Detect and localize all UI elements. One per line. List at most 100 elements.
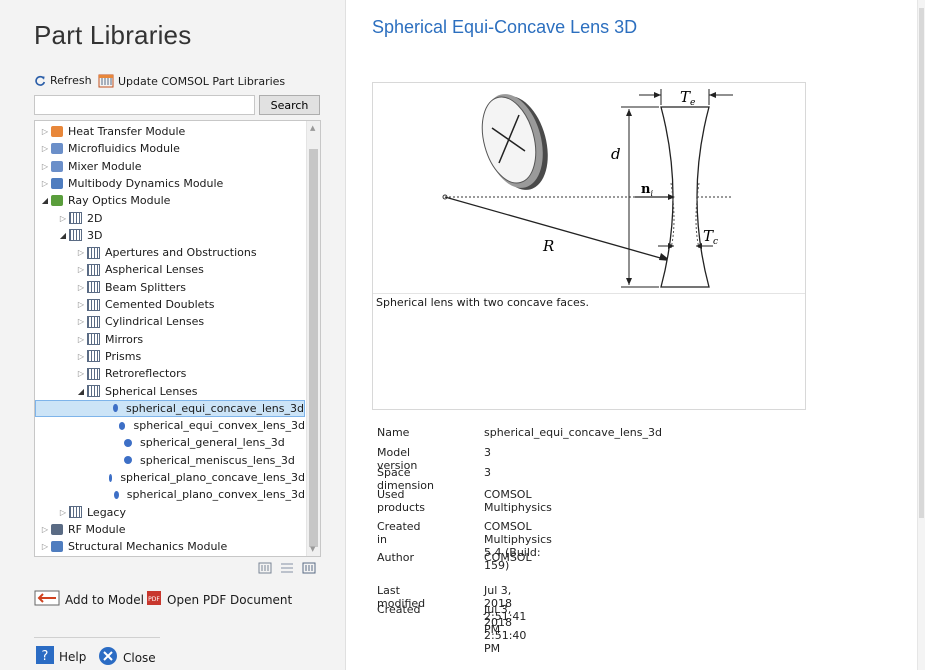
tree-folder-item[interactable]: ▷ Structural Mechanics Module [35, 538, 305, 555]
expand-arrow-icon[interactable]: ▷ [39, 521, 51, 538]
collapse-arrow-icon[interactable]: ◢ [39, 192, 51, 209]
tree-item-label: Structural Mechanics Module [68, 540, 228, 554]
expand-arrow-icon[interactable]: ▷ [75, 331, 87, 348]
expand-arrow-icon[interactable]: ▷ [39, 123, 51, 140]
tree-folder-item[interactable]: ▷ Aspherical Lenses [35, 261, 305, 278]
metadata-value: COMSOL Multiphysics [484, 488, 552, 514]
tree-folder-item[interactable]: ◢ 3D [35, 227, 305, 244]
expand-arrow-icon[interactable]: ▷ [39, 175, 51, 192]
metadata-key: Created [377, 603, 421, 616]
metadata-key: Name [377, 426, 410, 439]
divider [373, 293, 805, 294]
tree-folder-item[interactable]: ▷ Cylindrical Lenses [35, 313, 305, 330]
tree-item-label: Prisms [105, 349, 142, 363]
tree-part-item[interactable]: spherical_general_lens_3d [35, 434, 305, 451]
tree-folder-item[interactable]: ▷ Legacy [35, 504, 305, 521]
tree-part-item[interactable]: spherical_plano_convex_lens_3d [35, 486, 305, 503]
expand-arrow-icon[interactable]: ▷ [75, 296, 87, 313]
label-d: d [611, 145, 621, 163]
add-to-model-label: Add to Model [65, 592, 144, 607]
expand-all-icon[interactable] [258, 562, 272, 577]
part-libraries-panel: Part Libraries Refresh Update COMSOL Par… [0, 0, 346, 670]
tree-folder-item[interactable]: ▷ 2D [35, 210, 305, 227]
tree-item-label: Retroreflectors [105, 367, 187, 381]
tree-folder-item[interactable]: ▷ Apertures and Obstructions [35, 244, 305, 261]
tree-folder-item[interactable]: ▷ Heat Transfer Module [35, 123, 305, 140]
expand-arrow-icon[interactable]: ▷ [39, 538, 51, 555]
tree-folder-item[interactable]: ▷ Mirrors [35, 331, 305, 348]
details-scrollbar-thumb[interactable] [919, 8, 924, 518]
collapse-arrow-icon[interactable]: ◢ [57, 227, 69, 244]
search-input[interactable] [34, 95, 255, 115]
part-caption: Spherical lens with two concave faces. [376, 296, 589, 309]
tree-item-label: spherical_general_lens_3d [140, 436, 285, 450]
tree-scrollbar-thumb[interactable] [309, 149, 318, 547]
close-button[interactable]: Close [98, 646, 156, 669]
tree-part-item[interactable]: spherical_meniscus_lens_3d [35, 452, 305, 469]
part-dot-icon [108, 473, 113, 482]
expand-arrow-icon[interactable]: ▷ [39, 140, 51, 157]
lens-3d-illustration [481, 94, 548, 190]
divider [34, 637, 160, 638]
tree-item-label: Heat Transfer Module [68, 125, 186, 138]
lens-diagram: Te d ni R Tc [442, 88, 733, 288]
expand-arrow-icon[interactable]: ▷ [75, 365, 87, 382]
tree-folder-item[interactable]: ▷ Prisms [35, 348, 305, 365]
page-title: Part Libraries [34, 20, 192, 50]
search-button[interactable]: Search [259, 95, 320, 115]
label-te: Te [680, 88, 695, 108]
refresh-button[interactable]: Refresh [34, 74, 92, 87]
part-dot-icon [124, 438, 132, 447]
update-part-libraries-button[interactable]: Update COMSOL Part Libraries [98, 74, 285, 88]
metadata-value: 3 [484, 446, 491, 459]
collapse-all-icon[interactable] [302, 562, 316, 577]
library-icon [69, 229, 82, 242]
expand-arrow-icon[interactable]: ▷ [75, 279, 87, 296]
expand-arrow-icon[interactable]: ▷ [75, 313, 87, 330]
library-icon [87, 281, 100, 294]
library-icon [87, 315, 100, 328]
tree-part-item[interactable]: spherical_equi_convex_lens_3d [35, 417, 305, 434]
library-icon [69, 506, 82, 519]
library-tree[interactable]: ▷ Heat Transfer Module ▷ Microfluidics Modu… [34, 120, 321, 557]
expand-arrow-icon[interactable]: ▷ [39, 158, 51, 175]
tree-view-toolbar [258, 562, 316, 577]
part-dot-icon [113, 490, 119, 499]
expand-arrow-icon[interactable]: ▷ [57, 210, 69, 227]
help-button[interactable]: ? Help [36, 646, 86, 667]
tree-folder-item[interactable]: ◢ Ray Optics Module [35, 192, 305, 209]
expand-arrow-icon[interactable]: ▷ [75, 261, 87, 278]
collapse-arrow-icon[interactable]: ◢ [75, 383, 87, 400]
svg-text:PDF: PDF [148, 596, 160, 603]
tree-folder-item[interactable]: ▷ RF Module [35, 521, 305, 538]
metadata-value: COMSOL Multiphysics 5.4 (Build: 159) [484, 520, 552, 572]
multibody-icon [51, 177, 63, 189]
tree-item-label: spherical_equi_convex_lens_3d [133, 419, 305, 433]
tree-folder-item[interactable]: ▷ Mixer Module [35, 158, 305, 175]
tree-folder-item[interactable]: ◢ Spherical Lenses [35, 383, 305, 400]
expand-arrow-icon[interactable]: ▷ [57, 504, 69, 521]
tree-item-label: 2D [87, 211, 103, 225]
tree-folder-item[interactable]: ▷ Multibody Dynamics Module [35, 175, 305, 192]
tree-folder-item[interactable]: ▷ Retroreflectors [35, 365, 305, 382]
ray-optics-icon [51, 195, 63, 207]
tree-folder-item[interactable]: ▷ Microfluidics Module [35, 140, 305, 157]
expand-arrow-icon[interactable]: ▷ [75, 244, 87, 261]
details-scrollbar[interactable] [917, 0, 925, 670]
library-icon [87, 298, 100, 311]
open-pdf-button[interactable]: PDF Open PDF Document [146, 590, 292, 609]
help-label: Help [59, 649, 87, 664]
tree-scrollbar[interactable]: ▲ ▼ [306, 121, 320, 556]
tree-folder-item[interactable]: ▷ Cemented Doublets [35, 296, 305, 313]
library-icon [87, 367, 100, 380]
list-view-icon[interactable] [280, 562, 294, 577]
tree-folder-item[interactable]: ▷ Beam Splitters [35, 279, 305, 296]
library-icon [87, 385, 100, 397]
tree-item-label: spherical_plano_convex_lens_3d [126, 488, 305, 502]
tree-part-item[interactable]: spherical_plano_concave_lens_3d [35, 469, 305, 486]
expand-arrow-icon[interactable]: ▷ [75, 348, 87, 365]
add-to-model-button[interactable]: Add to Model [34, 590, 144, 609]
tree-item-label: Spherical Lenses [105, 384, 198, 398]
tree-part-item[interactable]: spherical_equi_concave_lens_3d [35, 399, 305, 417]
label-r: R [542, 237, 554, 255]
